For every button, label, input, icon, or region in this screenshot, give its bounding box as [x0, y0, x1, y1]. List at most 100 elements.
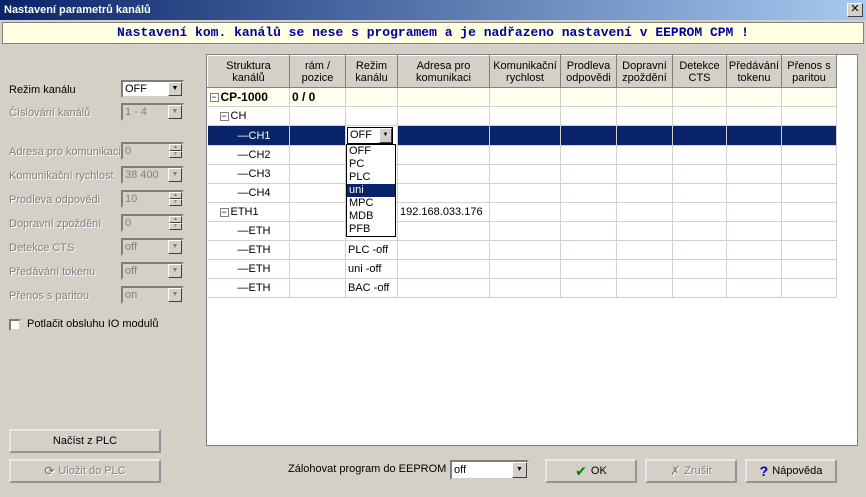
- cancel-button[interactable]: ✗ Zrušit: [645, 459, 737, 483]
- ok-button[interactable]: ✔ OK: [545, 459, 637, 483]
- table-row[interactable]: —ETH: [207, 221, 837, 241]
- close-button[interactable]: ✕: [847, 3, 863, 17]
- spin-down-icon[interactable]: ▼: [169, 151, 182, 158]
- window-titlebar: Nastavení parametrů kanálů ✕: [0, 0, 866, 20]
- row-mode: BAC -off: [345, 278, 398, 298]
- table-row[interactable]: —CH4: [207, 183, 837, 203]
- spin-down-icon[interactable]: ▼: [169, 223, 182, 230]
- collapse-icon[interactable]: −: [209, 93, 219, 103]
- table-row[interactable]: —ETH uni -off: [207, 259, 837, 279]
- load-from-plc-button[interactable]: Načíst z PLC: [9, 429, 161, 453]
- chevron-down-icon[interactable]: ▼: [168, 240, 182, 254]
- rychlost-select[interactable]: 38 400 ▼: [121, 166, 184, 184]
- dropdown-option[interactable]: PFB: [347, 223, 395, 236]
- dropdown-option[interactable]: MPC: [347, 197, 395, 210]
- col-header-zpozdeni[interactable]: Dopravní zpoždění: [616, 55, 673, 88]
- prodleva-stepper[interactable]: 10 ▲ ▼: [121, 190, 184, 208]
- table-row[interactable]: —CH3: [207, 164, 837, 184]
- x-icon: ✗: [670, 464, 681, 479]
- spin-up-icon[interactable]: ▲: [169, 192, 182, 199]
- table-row[interactable]: − ETH1 192.168.033.176: [207, 202, 837, 222]
- cislovani-kanalu-label: Číslování kanálů: [9, 107, 91, 119]
- channel-table-panel: Struktura kanálů rám / pozice Režim kaná…: [206, 54, 858, 446]
- potlacit-io-checkbox[interactable]: [9, 319, 21, 331]
- row-name: CH1: [248, 129, 271, 142]
- chevron-down-icon[interactable]: ▼: [168, 82, 182, 96]
- cancel-label: Zrušit: [684, 465, 712, 477]
- chevron-down-icon[interactable]: ▼: [379, 128, 392, 143]
- parita-value: on: [125, 289, 138, 301]
- col-header-rezim[interactable]: Režim kanálu: [345, 55, 398, 88]
- table-row[interactable]: —ETH PLC -off: [207, 240, 837, 260]
- row-mode: uni -off: [345, 259, 398, 279]
- table-row[interactable]: − CP-1000 0 / 0: [207, 87, 837, 107]
- rychlost-label: Komunikační rychlost: [9, 170, 114, 182]
- chevron-down-icon[interactable]: ▼: [168, 264, 182, 278]
- help-button[interactable]: ? Nápověda: [745, 459, 837, 483]
- checkmark-icon: ✔: [575, 463, 587, 480]
- dropdown-option[interactable]: PC: [347, 158, 395, 171]
- row-name: ETH: [248, 225, 271, 237]
- row-name: ETH: [248, 282, 271, 294]
- token-value: off: [125, 265, 138, 277]
- spin-down-icon[interactable]: ▼: [169, 199, 182, 206]
- refresh-icon: ⟳: [44, 464, 55, 479]
- col-header-parita[interactable]: Přenos s paritou: [781, 55, 837, 88]
- chevron-down-icon[interactable]: ▼: [512, 462, 527, 478]
- row-name: ETH: [248, 263, 271, 275]
- adresa-value: 0: [125, 145, 132, 157]
- spin-up-icon[interactable]: ▲: [169, 216, 182, 223]
- zpozdeni-stepper[interactable]: 0 ▲ ▼: [121, 214, 184, 232]
- cts-value: off: [125, 241, 138, 253]
- cislovani-kanalu-value: 1 - 4: [125, 106, 148, 118]
- chevron-down-icon[interactable]: ▼: [168, 288, 182, 302]
- backup-eeprom-select[interactable]: off ▼: [450, 460, 529, 480]
- chevron-down-icon[interactable]: ▼: [168, 168, 182, 182]
- zpozdeni-value: 0: [125, 217, 132, 229]
- parita-select[interactable]: on ▼: [121, 286, 184, 304]
- zpozdeni-label: Dopravní zpoždění: [9, 218, 102, 230]
- dropdown-option-highlighted[interactable]: uni: [347, 184, 395, 197]
- dropdown-option[interactable]: MDB: [347, 210, 395, 223]
- col-header-cts[interactable]: Detekce CTS: [672, 55, 727, 88]
- col-header-rychlost[interactable]: Komunikační rychlost: [489, 55, 561, 88]
- ok-label: OK: [590, 465, 607, 477]
- adresa-stepper[interactable]: 0 ▲ ▼: [121, 142, 184, 160]
- dropdown-option[interactable]: PLC: [347, 171, 395, 184]
- row-pos: 0 / 0: [289, 87, 346, 107]
- table-row-selected[interactable]: —CH1 OFF ▼: [207, 125, 837, 146]
- rezim-inline-select[interactable]: OFF ▼: [347, 127, 393, 144]
- col-header-pozice[interactable]: rám / pozice: [289, 55, 346, 88]
- backup-eeprom-label: Zálohovat program do EEPROM: [288, 463, 447, 475]
- chevron-down-icon[interactable]: ▼: [168, 105, 182, 119]
- cislovani-kanalu-select[interactable]: 1 - 4 ▼: [121, 103, 184, 121]
- potlacit-io-label: Potlačit obsluhu IO modulů: [27, 318, 159, 330]
- table-row[interactable]: − CH: [207, 106, 837, 126]
- info-banner: Nastavení kom. kanálů se nese s programe…: [2, 22, 864, 44]
- rezim-kanalu-select[interactable]: OFF ▼: [121, 80, 184, 98]
- row-name: ETH1: [230, 206, 259, 218]
- col-header-prodleva[interactable]: Prodleva odpovědi: [560, 55, 617, 88]
- help-icon: ?: [759, 463, 769, 480]
- row-name: CH4: [248, 187, 271, 199]
- prodleva-value: 10: [125, 193, 138, 205]
- rezim-kanalu-value: OFF: [125, 83, 147, 95]
- dropdown-option[interactable]: OFF: [347, 145, 395, 158]
- spin-up-icon[interactable]: ▲: [169, 144, 182, 151]
- col-header-adresa[interactable]: Adresa pro komunikaci: [397, 55, 490, 88]
- collapse-icon[interactable]: −: [219, 111, 229, 121]
- col-header-token[interactable]: Předávání tokenu: [726, 55, 782, 88]
- help-label: Nápověda: [772, 465, 823, 477]
- row-name: CH3: [248, 168, 271, 180]
- table-row[interactable]: —CH2: [207, 145, 837, 165]
- cts-select[interactable]: off ▼: [121, 238, 184, 256]
- collapse-icon[interactable]: −: [219, 207, 229, 217]
- col-header-struktura[interactable]: Struktura kanálů: [207, 55, 290, 88]
- token-select[interactable]: off ▼: [121, 262, 184, 280]
- row-name: ETH: [248, 244, 271, 256]
- rezim-dropdown-list[interactable]: OFF PC PLC uni MPC MDB PFB: [346, 144, 396, 237]
- window-title: Nastavení parametrů kanálů: [4, 4, 151, 16]
- table-row[interactable]: —ETH BAC -off: [207, 278, 837, 298]
- save-to-plc-button[interactable]: ⟳ Uložit do PLC: [9, 459, 161, 483]
- rezim-inline-value: OFF: [350, 129, 372, 141]
